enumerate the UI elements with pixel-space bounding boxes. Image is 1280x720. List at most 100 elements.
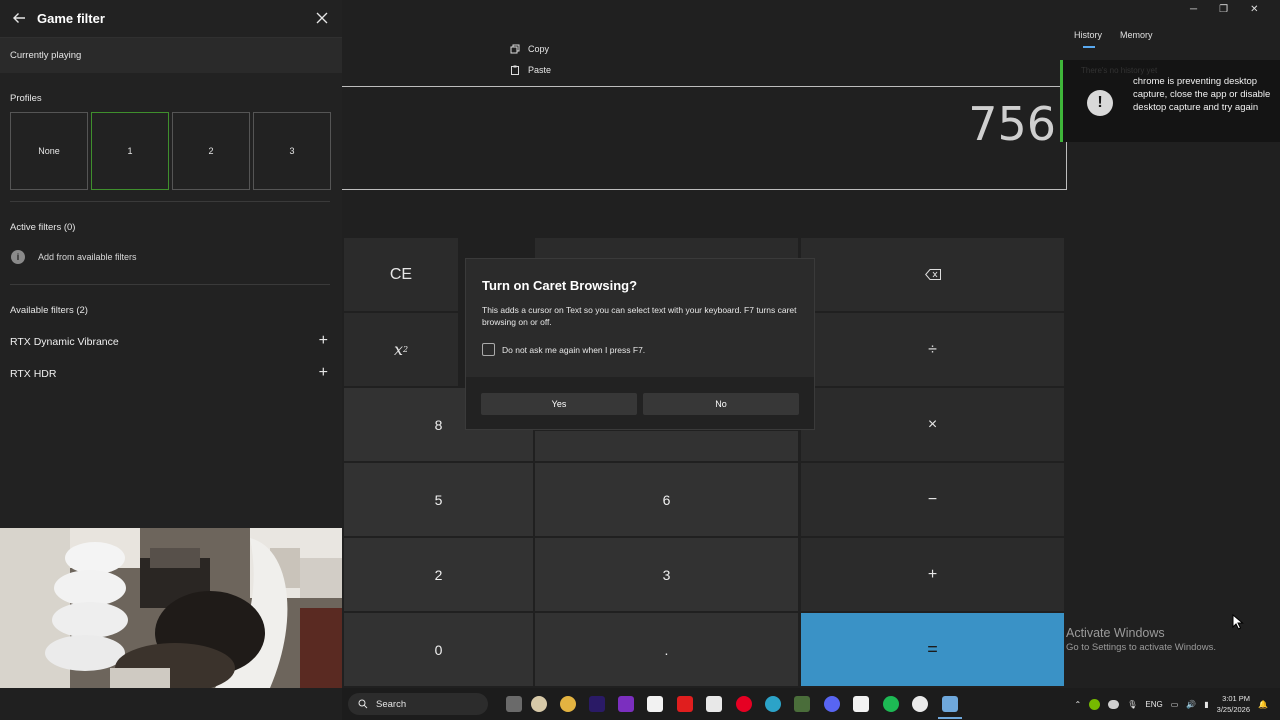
calculator-display: 756 (342, 86, 1067, 190)
divider (10, 201, 330, 202)
currently-playing-bar[interactable]: Currently playing (0, 38, 342, 73)
copy-icon (510, 44, 520, 53)
tab-memory[interactable]: Memory (1120, 30, 1153, 40)
tab-selected-indicator (1083, 46, 1095, 48)
context-paste-label: Paste (528, 64, 552, 75)
yes-button[interactable]: Yes (481, 393, 637, 415)
square-label: x (393, 340, 403, 359)
activation-watermark: Activate Windows Go to Settings to activ… (1066, 626, 1216, 653)
dont-ask-again-label: Do not ask me again when I press F7. (502, 344, 646, 355)
context-paste[interactable]: Paste (502, 59, 566, 80)
digit-9-button[interactable] (535, 431, 798, 461)
profile-3[interactable]: 3 (253, 112, 331, 190)
youtube-icon[interactable] (677, 696, 693, 712)
search-label: Search (376, 698, 407, 710)
info-icon: i (11, 250, 25, 264)
app-icon[interactable] (794, 696, 810, 712)
digit-3-button[interactable]: 3 (535, 538, 798, 611)
clock[interactable]: 3:01 PM 3/25/2026 (1217, 693, 1250, 715)
active-app-indicator (938, 717, 962, 719)
digit-5-button[interactable]: 5 (344, 463, 533, 536)
notification-bell-icon[interactable]: 🔔 (1258, 700, 1268, 709)
divider (10, 284, 330, 285)
divide-button[interactable]: ÷ (801, 313, 1064, 386)
clear-entry-button[interactable]: CE (344, 238, 458, 311)
capture-notification: There's no history yet ! chrome is preve… (1060, 60, 1280, 142)
filter-name: RTX HDR (10, 368, 57, 380)
multiply-button[interactable]: × (801, 388, 1064, 461)
store-icon[interactable] (706, 696, 722, 712)
close-icon[interactable] (316, 12, 328, 24)
activation-subtitle: Go to Settings to activate Windows. (1066, 642, 1216, 653)
network-icon[interactable]: ▭ (1171, 700, 1179, 709)
close-window-icon[interactable]: ✕ (1250, 4, 1258, 15)
search-icon (358, 699, 368, 709)
dont-ask-again-checkbox[interactable] (482, 343, 495, 356)
nvidia-icon[interactable] (1089, 698, 1101, 710)
equals-button[interactable]: = (801, 613, 1064, 686)
microphone-icon[interactable]: 🎙 (1127, 700, 1137, 709)
chrome-icon[interactable] (560, 696, 576, 712)
volume-icon[interactable]: 🔊 (1186, 700, 1196, 709)
calculator-icon[interactable] (942, 696, 958, 712)
decimal-button[interactable]: . (535, 613, 798, 686)
add-filter-hint: i Add from available filters (11, 250, 137, 264)
window-controls: ─ ❐ ✕ (1190, 4, 1258, 15)
battery-icon[interactable]: ▮ (1204, 700, 1208, 709)
add-icon[interactable]: + (319, 332, 328, 350)
digit-0-button[interactable]: 0 (344, 613, 533, 686)
profile-1[interactable]: 1 (91, 112, 169, 190)
history-placeholder: There's no history yet (1081, 66, 1158, 75)
file-icon[interactable] (853, 696, 869, 712)
filter-row-rtx-hdr[interactable]: RTX HDR + (10, 364, 332, 384)
add-icon[interactable]: + (319, 364, 328, 382)
paste-icon (511, 65, 519, 75)
context-copy[interactable]: Copy (502, 38, 566, 59)
minus-button[interactable]: − (801, 463, 1064, 536)
plus-button[interactable]: + (801, 538, 1064, 611)
task-view-icon[interactable] (506, 696, 522, 712)
add-filter-label: Add from available filters (38, 252, 137, 262)
back-arrow-icon[interactable] (12, 11, 26, 25)
context-copy-label: Copy (528, 43, 550, 54)
minimize-icon[interactable]: ─ (1190, 4, 1197, 15)
system-tray: ⌃ 🎙 ENG ▭ 🔊 ▮ 3:01 PM 3/25/2026 🔔 (1075, 693, 1268, 715)
spotify-icon[interactable] (883, 696, 899, 712)
discord-icon[interactable] (824, 696, 840, 712)
maximize-icon[interactable]: ❐ (1219, 4, 1228, 15)
currently-playing-label: Currently playing (10, 50, 82, 61)
square-exponent: 2 (402, 345, 409, 354)
chevron-up-icon[interactable]: ⌃ (1075, 700, 1082, 709)
tab-history[interactable]: History (1074, 30, 1102, 40)
cloud-icon[interactable] (1108, 699, 1120, 709)
app-icon[interactable] (647, 696, 663, 712)
language-indicator[interactable]: ENG (1145, 700, 1162, 709)
warning-icon: ! (1087, 90, 1113, 116)
no-button[interactable]: No (643, 393, 799, 415)
pinterest-icon[interactable] (736, 696, 752, 712)
profile-2[interactable]: 2 (172, 112, 250, 190)
taskbar-search[interactable]: Search (348, 693, 488, 715)
backspace-button[interactable] (801, 238, 1064, 311)
panel-title: Game filter (37, 11, 105, 26)
digit-2-button[interactable]: 2 (344, 538, 533, 611)
caret-browsing-dialog: Turn on Caret Browsing? This adds a curs… (465, 258, 815, 430)
filter-row-rtx-dynamic-vibrance[interactable]: RTX Dynamic Vibrance + (10, 332, 332, 352)
webcam-image (0, 528, 342, 688)
dont-ask-again-option[interactable]: Do not ask me again when I press F7. (482, 343, 645, 356)
app-icon[interactable] (618, 696, 634, 712)
digit-6-button[interactable]: 6 (535, 463, 798, 536)
history-memory-tabs: History Memory (1074, 30, 1153, 40)
clock-date: 3/25/2026 (1216, 705, 1251, 714)
media-player-icon[interactable] (912, 696, 928, 712)
app-icon[interactable] (531, 696, 547, 712)
backspace-icon (924, 269, 941, 280)
clock-time: 3:01 PM (1222, 694, 1251, 703)
dialog-footer: Yes No (466, 377, 814, 429)
profile-none[interactable]: None (10, 112, 88, 190)
dialog-body: This adds a cursor on Text so you can se… (482, 305, 797, 327)
square-button[interactable]: x2 (344, 313, 458, 386)
after-effects-icon[interactable] (589, 696, 605, 712)
taskbar: Search ⌃ 🎙 ENG ▭ 🔊 ▮ 3:01 PM 3/25/2026 🔔 (342, 688, 1280, 720)
edge-icon[interactable] (765, 696, 781, 712)
